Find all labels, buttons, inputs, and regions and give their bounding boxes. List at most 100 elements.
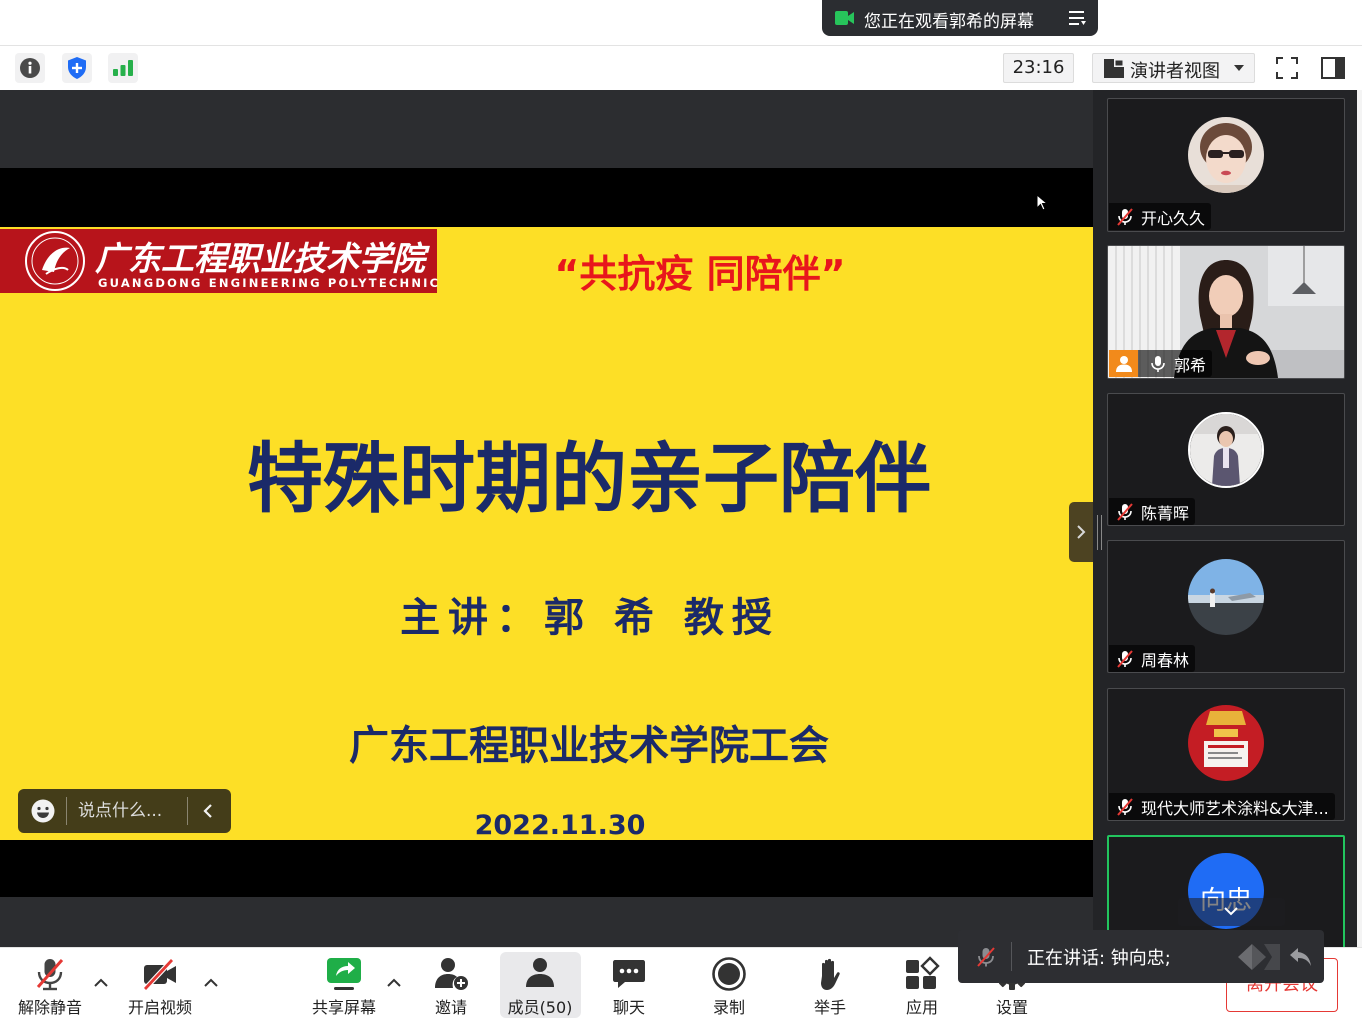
participant-name-tag: 现代大师艺术涂料&大津... (1109, 793, 1335, 820)
divider (187, 797, 188, 825)
college-emblem-icon (22, 230, 88, 292)
record-icon (711, 956, 747, 992)
participant-name: 陈菁晖 (1141, 503, 1190, 523)
slide-title: 特殊时期的亲子陪伴 (247, 434, 931, 523)
raise-hand-button[interactable]: 举手 (785, 952, 875, 1018)
fullscreen-icon[interactable] (1272, 53, 1302, 83)
shield-icon[interactable] (62, 53, 92, 83)
host-person-icon (1109, 350, 1138, 377)
slide-slogan: “共抗疫 同陪伴” (554, 252, 846, 296)
members-label: 成员(50) (507, 998, 573, 1017)
logo-chinese-name: 广东工程职业技术学院 (95, 239, 425, 278)
slide-organization: 广东工程职业技术学院工会 (349, 723, 829, 769)
emoji-icon[interactable] (31, 799, 55, 823)
mic-muted-icon (975, 946, 997, 968)
chat-icon (611, 956, 647, 992)
invite-label: 邀请 (434, 998, 467, 1017)
college-logo: 广东工程职业技术学院 GUANGDONG ENGINEERING POLYTEC… (0, 229, 441, 293)
banner-text: 您正在观看郭希的屏幕 (864, 12, 1034, 32)
mic-muted-icon (1115, 797, 1135, 817)
meeting-info-bar: 23:16 演讲者视图 (0, 45, 1362, 90)
avatar (1188, 117, 1264, 193)
letterbox-top (0, 168, 1093, 227)
share-screen-button[interactable]: 共享屏幕 (299, 952, 389, 1018)
participant-name-tag: 周春林 (1109, 645, 1196, 672)
chevron-left-icon[interactable] (202, 803, 214, 819)
letterbox-bottom (0, 840, 1093, 897)
chevron-down-icon (1223, 905, 1239, 917)
members-button[interactable]: 成员(50) (495, 952, 585, 1018)
participant-tile-video[interactable]: 郭希 (1107, 245, 1345, 379)
slide-date: 2022.11.30 (474, 810, 646, 841)
chevron-up-icon[interactable] (203, 977, 219, 989)
avatar (1188, 412, 1264, 488)
apps-button[interactable]: 应用 (877, 952, 967, 1018)
speaker-layout-icon[interactable] (1236, 942, 1282, 972)
sidebar-resize-handle[interactable] (1097, 515, 1102, 550)
logo-english-name: GUANGDONG ENGINEERING POLYTECHNIC (98, 276, 441, 290)
participant-tile[interactable]: 现代大师艺术涂料&大津... (1107, 688, 1345, 821)
window-edge (1357, 90, 1362, 947)
mic-muted-icon (1115, 649, 1135, 669)
slide-speaker: 主讲：郭 希 教授 (400, 595, 780, 641)
speaker-view-icon (1104, 59, 1124, 78)
meeting-timer: 23:16 (1003, 53, 1074, 83)
mic-muted-icon (1115, 502, 1135, 522)
speaking-text: 正在讲话: 钟向忠; (1027, 948, 1171, 969)
screen-share-icon (835, 9, 855, 27)
chat-button[interactable]: 聊天 (584, 952, 674, 1018)
unmute-label: 解除静音 (17, 998, 82, 1017)
chevron-up-icon[interactable] (386, 977, 402, 989)
speaking-indicator: 正在讲话: 钟向忠; (958, 930, 1324, 983)
screen-share-banner: 您正在观看郭希的屏幕 (822, 0, 1098, 36)
participant-tile[interactable]: 开心久久 (1107, 98, 1345, 232)
participant-name-tag: 陈菁晖 (1109, 498, 1196, 525)
chevron-down-icon (1233, 64, 1245, 72)
participant-name-tag: 郭希 (1109, 350, 1213, 377)
apps-label: 应用 (905, 998, 938, 1017)
record-button[interactable]: 录制 (684, 952, 774, 1018)
chevron-up-icon[interactable] (93, 977, 109, 989)
view-mode-label: 演讲者视图 (1130, 61, 1220, 82)
return-arrow-icon[interactable] (1288, 946, 1314, 968)
collapse-sidebar-handle[interactable] (1069, 502, 1093, 562)
mic-icon (1148, 354, 1168, 374)
start-video-label: 开启视频 (127, 998, 192, 1017)
members-icon (522, 956, 558, 992)
info-icon[interactable] (15, 53, 45, 83)
unmute-button[interactable]: 解除静音 (5, 952, 95, 1018)
chat-input[interactable] (78, 798, 188, 824)
sidebar-toggle-icon[interactable] (1318, 53, 1348, 83)
raise-hand-label: 举手 (813, 998, 846, 1017)
chat-bar (18, 789, 231, 833)
chevron-right-icon (1075, 524, 1087, 540)
video-off-icon (142, 956, 178, 992)
share-screen-icon (326, 956, 362, 992)
mic-muted-icon (1115, 207, 1135, 227)
start-video-button[interactable]: 开启视频 (115, 952, 205, 1018)
invite-icon (433, 956, 469, 992)
participant-name: 现代大师艺术涂料&大津... (1141, 798, 1329, 818)
expand-list-button[interactable] (1178, 898, 1285, 926)
chat-label: 聊天 (612, 998, 645, 1017)
signal-bars-icon[interactable] (108, 53, 138, 83)
invite-button[interactable]: 邀请 (406, 952, 496, 1018)
apps-icon (904, 956, 940, 992)
avatar (1188, 705, 1264, 781)
settings-label: 设置 (995, 998, 1028, 1017)
participant-name: 周春林 (1141, 650, 1190, 670)
participant-tile[interactable]: 周春林 (1107, 540, 1345, 673)
participant-name: 开心久久 (1141, 208, 1206, 228)
participant-sidebar: 开心久久 郭希 陈菁晖 周春林 现代大师艺术涂料&大津... (1093, 90, 1357, 947)
presentation-slide: 广东工程职业技术学院 GUANGDONG ENGINEERING POLYTEC… (0, 227, 1093, 841)
share-screen-label: 共享屏幕 (311, 998, 376, 1017)
record-label: 录制 (712, 998, 745, 1017)
mouse-cursor-icon (1036, 194, 1048, 211)
divider (66, 797, 67, 825)
avatar (1188, 559, 1264, 635)
list-menu-icon[interactable] (1067, 9, 1087, 27)
participant-name-tag: 开心久久 (1109, 203, 1212, 230)
participant-tile[interactable]: 陈菁晖 (1107, 393, 1345, 526)
mic-muted-icon (32, 956, 68, 992)
view-mode-dropdown[interactable]: 演讲者视图 (1092, 53, 1255, 83)
